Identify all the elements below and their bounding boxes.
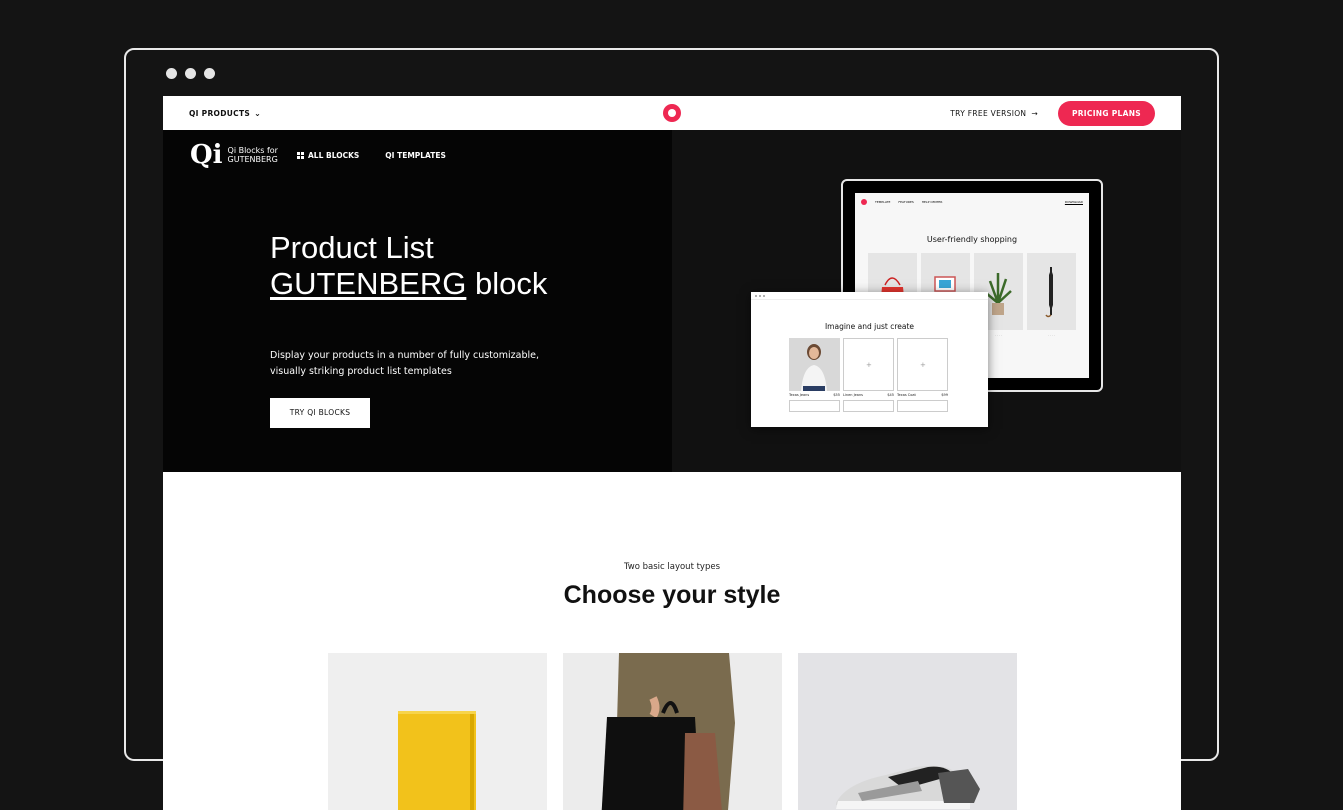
hero-description: Display your products in a number of ful… [270,350,539,377]
pricing-plans-button[interactable]: PRICING PLANS [1057,100,1155,126]
qi-logo-text: Qi Blocks for GUTENBERG [228,146,278,164]
laptop-product-grid-row2 [789,400,988,412]
product-price: $99 [941,393,948,397]
hero-left-panel: Qi Qi Blocks for GUTENBERG ALL BLOCKS QI… [163,130,672,472]
website-screen: QI PRODUCTS ⌄ TRY FREE VERSION → PRICING… [163,96,1181,810]
tablet-product: · · · · [1027,253,1076,337]
window-controls [166,68,215,79]
laptop-product-row: Linen Jeans $45 [843,393,894,397]
model-image [789,338,840,391]
tablet-nav: TEMPLATE FEATURES HELP CENTER DOWNLOAD [855,193,1089,211]
product-price: $45 [887,393,894,397]
all-blocks-label: ALL BLOCKS [308,151,360,160]
section-title: Choose your style [563,581,781,609]
tablet-nav-item: TEMPLATE [875,200,891,204]
plus-icon: + [866,361,872,369]
laptop-product-row: Texas Coat $99 [897,393,948,397]
hero-title-line1: Product List [270,230,434,265]
window-dot [204,68,215,79]
logo-text-line2: GUTENBERG [227,155,278,164]
tablet-nav-item: FEATURES [898,200,914,204]
tote-bag-card[interactable] [563,653,782,810]
window-dot [185,68,196,79]
try-free-version-link[interactable]: TRY FREE VERSION → [950,109,1038,118]
sneaker-card[interactable] [798,653,1017,810]
laptop-title: Imagine and just create [824,322,915,331]
laptop-product: + Texas Coat $99 [897,338,948,397]
tablet-title: User-friendly shopping [926,235,1018,244]
window-dot [166,68,177,79]
placeholder-image: + [843,338,894,391]
hero-section: Qi Qi Blocks for GUTENBERG ALL BLOCKS QI… [163,130,1181,472]
arrow-right-icon: → [1031,108,1038,118]
product-name: Texas Coat [897,393,916,397]
qi-logo-mark: Qi [190,140,223,170]
tote-bag-image [601,653,735,810]
notebook-card[interactable] [328,653,547,810]
laptop-browser-bar [751,292,988,300]
laptop-mockup: Imagine and just create Texas Jeans $55 … [751,292,988,427]
hero-title: Product List GUTENBERG block [270,230,547,302]
chevron-down-icon: ⌄ [254,108,262,118]
style-cards [328,653,1017,810]
product-name: Texas Jeans [789,393,810,397]
try-free-label: TRY FREE VERSION [950,108,1027,118]
product-price: $55 [833,393,840,397]
tablet-nav-item: HELP CENTER [921,200,943,204]
hero-title-block: block [466,266,548,301]
qi-blocks-logo[interactable]: Qi Qi Blocks for GUTENBERG [190,142,278,168]
product-name: Linen Jeans [843,393,863,397]
notebook-image [398,711,476,810]
section-kicker: Two basic layout types [623,562,721,572]
hero-right-panel: TEMPLATE FEATURES HELP CENTER DOWNLOAD U… [672,130,1181,472]
umbrella-image [1027,253,1076,330]
qi-logo-icon[interactable] [663,104,681,122]
plus-icon: + [920,361,926,369]
laptop-product: + Linen Jeans $45 [843,338,894,397]
top-navigation-bar: QI PRODUCTS ⌄ TRY FREE VERSION → PRICING… [163,96,1181,130]
hero-title-gutenberg: GUTENBERG [270,266,467,301]
tablet-logo-icon [861,199,867,205]
hero-nav: ALL BLOCKS QI TEMPLATES [297,151,446,160]
laptop-product-row: Texas Jeans $55 [789,393,840,397]
qi-products-menu[interactable]: QI PRODUCTS ⌄ [189,109,261,118]
placeholder-image: + [897,338,948,391]
tablet-download: DOWNLOAD [1064,200,1083,204]
logo-text-line1: Qi Blocks for [227,146,278,155]
qi-templates-link[interactable]: QI TEMPLATES [385,151,446,160]
all-blocks-link[interactable]: ALL BLOCKS [297,151,359,160]
try-qi-blocks-button[interactable]: TRY QI BLOCKS [270,398,370,428]
grid-icon [297,152,304,159]
laptop-product-grid: Texas Jeans $55 + Linen Jeans $45 + Texa… [789,338,988,397]
qi-products-label: QI PRODUCTS [189,108,251,118]
sneaker-image [836,765,980,809]
laptop-product: Texas Jeans $55 [789,338,840,397]
tablet-caption: · · · · [1048,333,1055,337]
